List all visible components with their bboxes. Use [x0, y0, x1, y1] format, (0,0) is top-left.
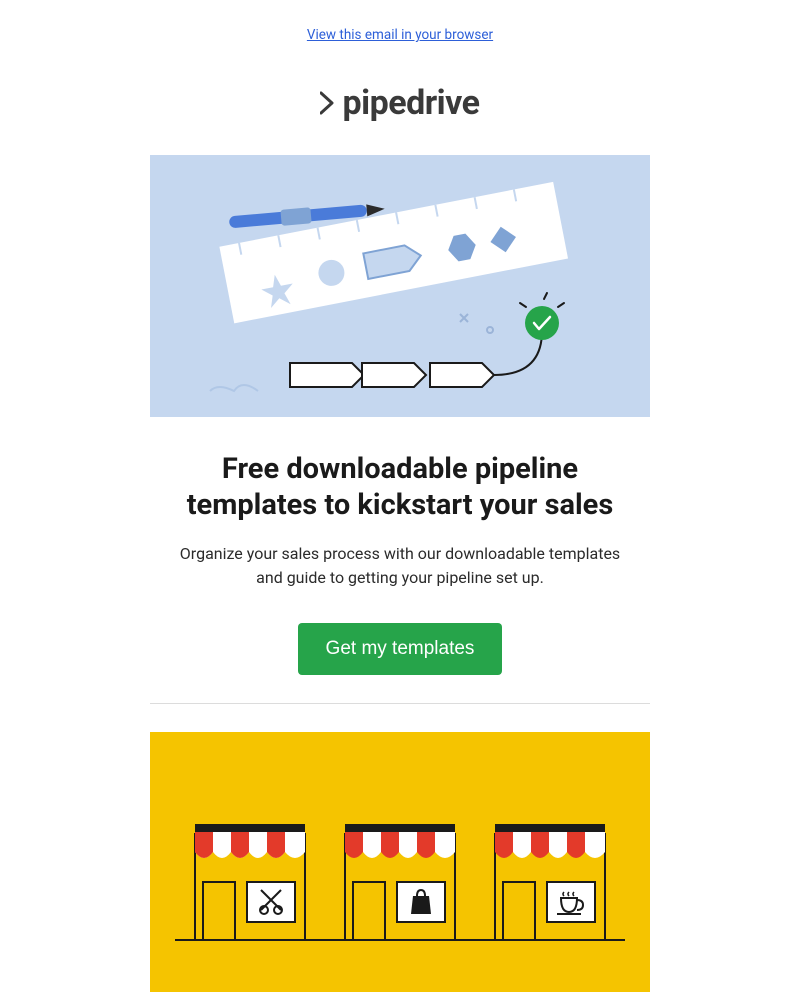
brand-logo: pipedrive [320, 83, 479, 123]
brand-name: pipedrive [342, 83, 479, 123]
hero-illustration-templates [150, 155, 650, 417]
view-in-browser-link[interactable]: View this email in your browser [307, 27, 493, 43]
section-subhead: Organize your sales process with our dow… [150, 542, 650, 624]
hero-illustration-stores [150, 732, 650, 992]
section-headline: Free downloadable pipeline templates to … [150, 417, 650, 542]
get-templates-button[interactable]: Get my templates [298, 623, 503, 675]
section-divider [150, 703, 650, 704]
logo-arrow-icon [320, 89, 338, 117]
